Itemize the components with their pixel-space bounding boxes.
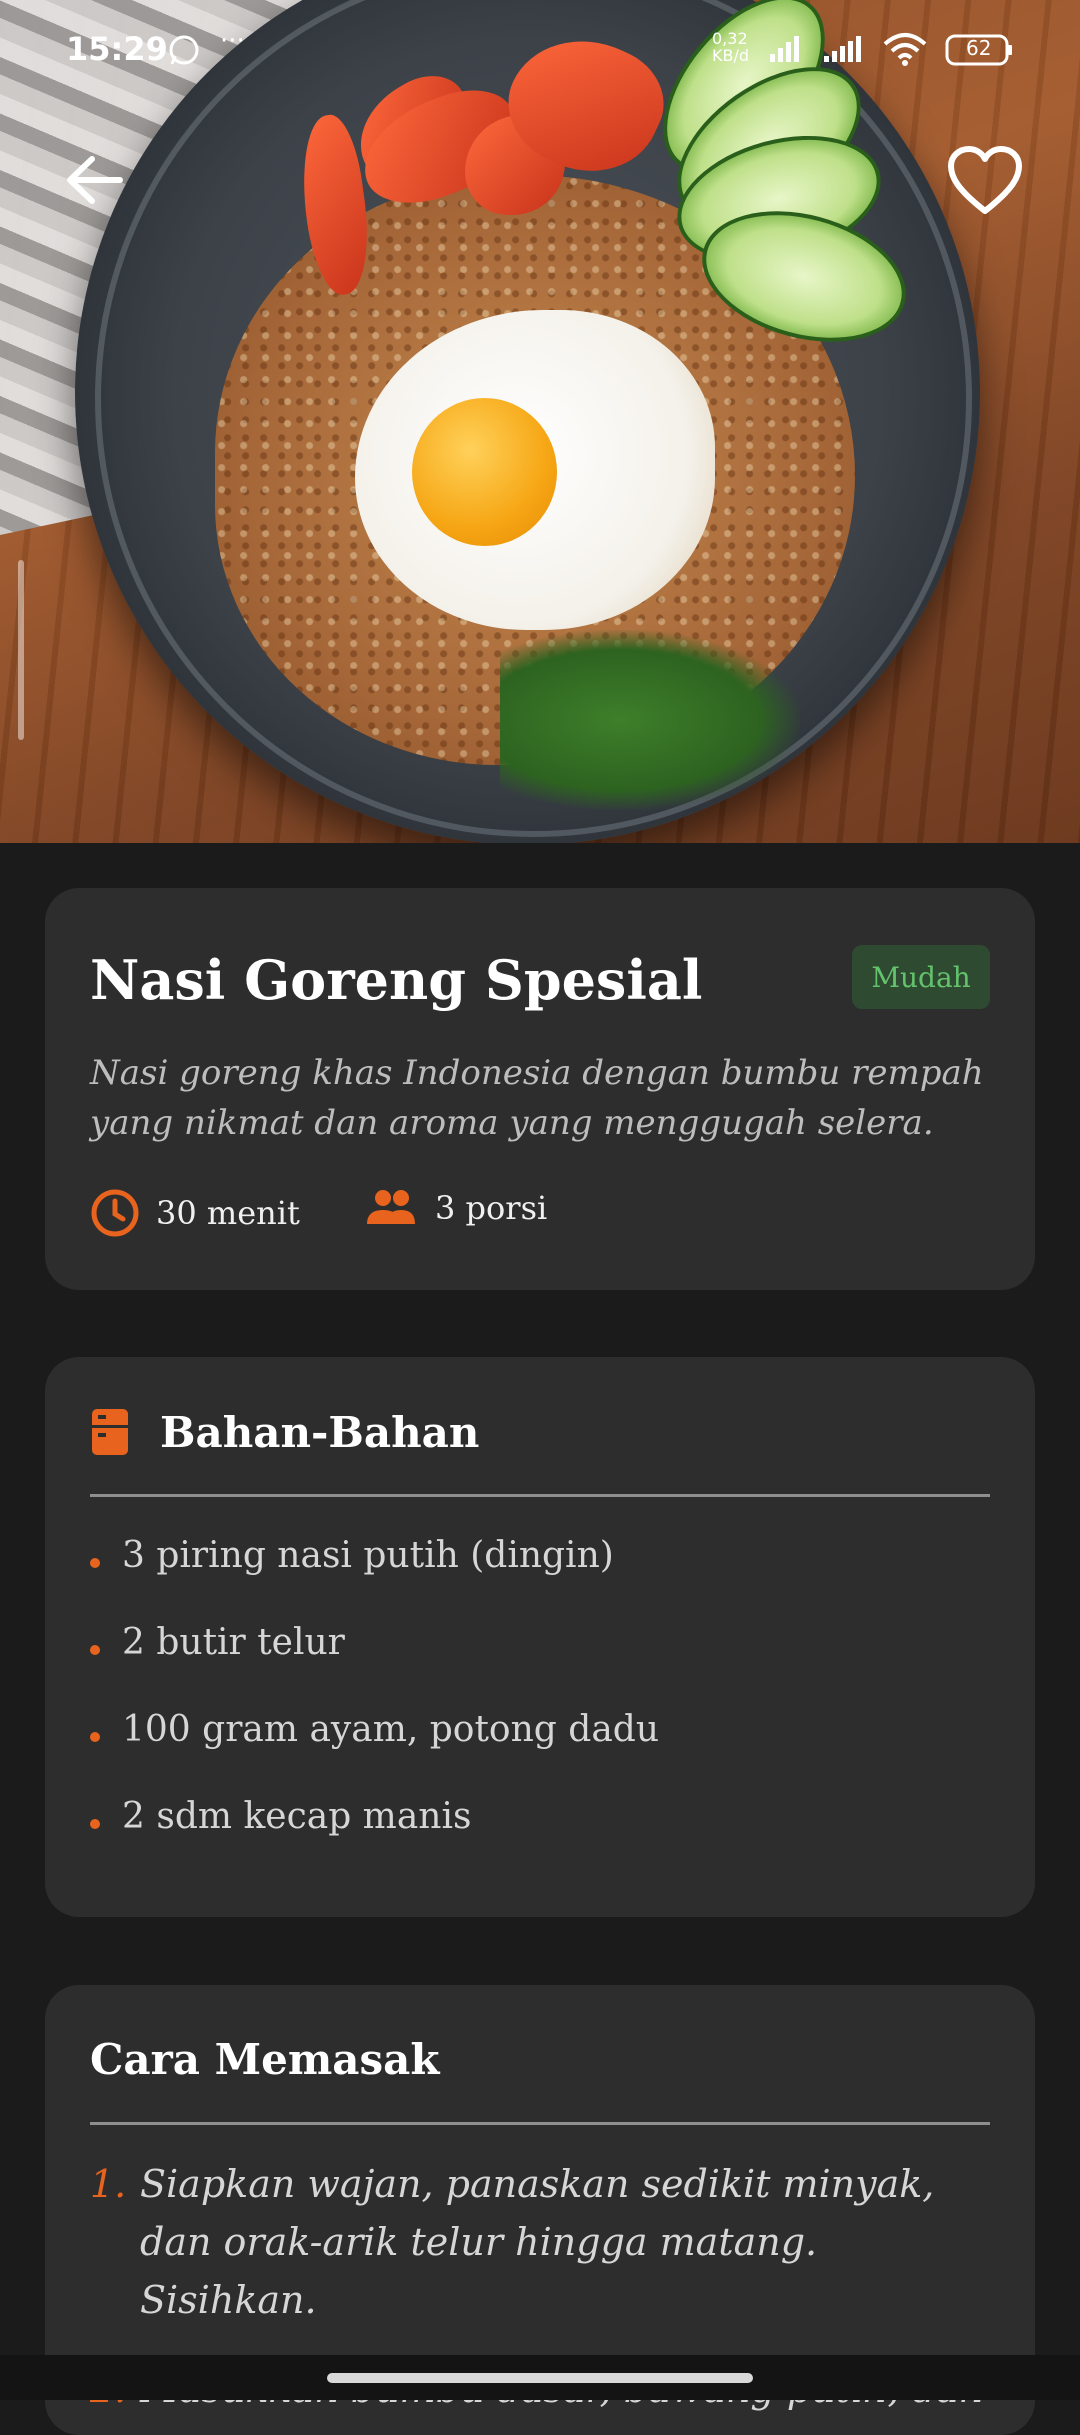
- cilantro-garnish: [500, 630, 800, 810]
- back-button[interactable]: [60, 145, 130, 215]
- egg-yolk: [412, 398, 557, 546]
- steps-title: Cara Memasak: [90, 2035, 440, 2084]
- ingredients-title: Bahan-Bahan: [160, 1407, 480, 1457]
- ingredients-header: Bahan-Bahan: [90, 1407, 479, 1457]
- recipe-info-card: Nasi Goreng Spesial Mudah Nasi goreng kh…: [45, 888, 1035, 1290]
- status-time: 15:29: [66, 30, 168, 68]
- divider: [90, 1494, 990, 1497]
- network-speed: 0,32 KB/d: [712, 29, 750, 65]
- portion-label: 3 porsi: [435, 1189, 548, 1227]
- list-item: 2 butir telur: [90, 1599, 659, 1686]
- favorite-button[interactable]: [945, 145, 1025, 217]
- bullet: [90, 1644, 100, 1655]
- recipe-hero-image: [0, 0, 1080, 843]
- scroll-indicator: [18, 560, 24, 740]
- bullet: [90, 1557, 100, 1568]
- step-text: Siapkan wajan, panaskan sedikit minyak, …: [140, 2162, 935, 2322]
- arrow-left-icon: [67, 156, 123, 204]
- ingredients-list: 3 piring nasi putih (dingin) 2 butir tel…: [90, 1512, 659, 1860]
- more-icon: ···: [220, 26, 245, 56]
- cook-time: 30 menit: [90, 1188, 300, 1238]
- fridge-icon: [92, 1409, 128, 1455]
- bullet: [90, 1818, 100, 1829]
- recipe-title: Nasi Goreng Spesial: [90, 948, 703, 1012]
- heart-outline-icon: [948, 146, 1022, 214]
- portion-count: 3 porsi: [363, 1188, 547, 1228]
- steps-header: Cara Memasak: [90, 2035, 439, 2084]
- cook-time-label: 30 menit: [156, 1194, 300, 1232]
- divider: [90, 2122, 990, 2125]
- list-item: 100 gram ayam, potong dadu: [90, 1686, 659, 1773]
- list-item: 2 sdm kecap manis: [90, 1773, 659, 1860]
- people-icon: [367, 1190, 415, 1224]
- status-bar: 15:29 ··· 0,32 KB/d 62: [0, 0, 1080, 100]
- difficulty-badge: Mudah: [852, 945, 990, 1009]
- step-number: 1.: [90, 2162, 127, 2206]
- bullet: [90, 1731, 100, 1742]
- wifi-icon: [882, 32, 928, 73]
- signal-icon-2: [822, 34, 872, 71]
- recipe-description: Nasi goreng khas Indonesia dengan bumbu …: [90, 1053, 984, 1143]
- clock-icon: [91, 1189, 139, 1237]
- signal-icon: [768, 34, 802, 71]
- list-item: 3 piring nasi putih (dingin): [90, 1512, 659, 1599]
- battery-level: 62: [966, 36, 992, 60]
- home-gesture-handle[interactable]: [327, 2373, 753, 2383]
- ingredients-card: Bahan-Bahan 3 piring nasi putih (dingin)…: [45, 1357, 1035, 1917]
- whatsapp-icon: [166, 32, 202, 75]
